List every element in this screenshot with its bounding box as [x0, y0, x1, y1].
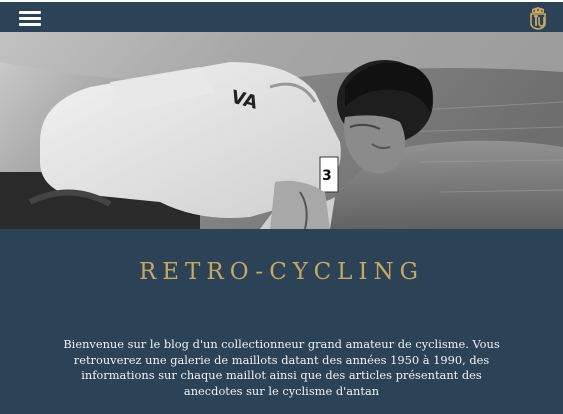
navbar: [0, 2, 563, 32]
page: VA 3 RETRO-CYCLING Bienvenue sur le blog…: [0, 0, 563, 414]
site-title: RETRO-CYCLING: [138, 259, 425, 285]
cyclist-photo: VA 3: [0, 32, 563, 229]
hero-image: VA 3: [0, 32, 563, 229]
intro-text: Bienvenue sur le blog d'un collectionneu…: [63, 337, 500, 398]
hamburger-menu-icon[interactable]: [19, 11, 41, 27]
svg-text:3: 3: [322, 168, 332, 184]
main-content: RETRO-CYCLING Bienvenue sur le blog d'un…: [0, 229, 563, 414]
retro-cycling-logo-icon[interactable]: [527, 6, 549, 30]
